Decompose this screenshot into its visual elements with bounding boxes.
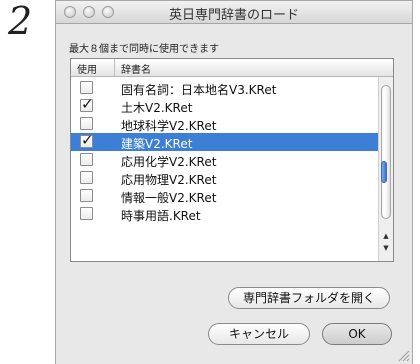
dictionary-name: 時事用語.KRet — [121, 209, 201, 223]
column-divider — [114, 59, 115, 76]
title-bar: 英日専門辞書のロード — [56, 1, 412, 24]
instruction-text: 最大８個まで同時に使用できます — [69, 44, 219, 55]
column-header-name[interactable]: 辞書名 — [121, 61, 151, 76]
list-row[interactable]: 土木V2.KRet — [71, 95, 379, 115]
step-number: 2 — [8, 0, 33, 43]
dictionary-name: 建築V2.KRet — [121, 137, 193, 151]
dictionary-name: 情報一般V2.KRet — [121, 191, 217, 205]
scroll-down-arrow-icon[interactable]: ▼ — [381, 245, 391, 252]
scroll-thumb[interactable] — [381, 85, 391, 219]
column-header-use[interactable]: 使用 — [77, 61, 97, 76]
use-checkbox[interactable] — [80, 117, 93, 130]
list-row[interactable]: 時事用語.KRet — [71, 205, 379, 223]
dictionary-name: 固有名詞：日本地名V3.KRet — [121, 83, 277, 97]
list-row[interactable]: 応用物理V2.KRet — [71, 169, 379, 187]
list-row[interactable]: 応用化学V2.KRet — [71, 151, 379, 169]
dictionary-list[interactable]: 使用 辞書名 固有名詞：日本地名V3.KRet 土木V2.KRet 地球科学V2.K… — [70, 58, 394, 262]
dictionary-name: 応用化学V2.KRet — [121, 155, 217, 169]
scroll-grip — [381, 161, 387, 183]
window-title: 英日専門辞書のロード — [168, 8, 299, 23]
dictionary-name: 地球科学V2.KRet — [121, 119, 217, 133]
list-row[interactable]: 固有名詞：日本地名V3.KRet — [71, 79, 379, 97]
use-checkbox[interactable] — [80, 95, 94, 113]
use-checkbox[interactable] — [80, 171, 93, 184]
dictionary-name: 応用物理V2.KRet — [121, 173, 217, 187]
ok-button[interactable]: OK — [322, 323, 392, 345]
list-header: 使用 辞書名 — [71, 59, 393, 77]
dictionary-name: 土木V2.KRet — [121, 101, 193, 115]
list-row[interactable]: 情報一般V2.KRet — [71, 187, 379, 205]
dialog-window: 英日専門辞書のロード 最大８個まで同時に使用できます 使用 辞書名 固有名詞：日… — [55, 0, 413, 364]
list-row[interactable]: 建築V2.KRet — [71, 131, 379, 151]
use-checkbox[interactable] — [80, 153, 93, 166]
use-checkbox[interactable] — [80, 189, 93, 202]
cancel-button[interactable]: キャンセル — [208, 323, 310, 345]
list-row[interactable]: 地球科学V2.KRet — [71, 115, 379, 133]
use-checkbox[interactable] — [80, 131, 94, 149]
scroll-up-arrow-icon[interactable]: ▲ — [381, 233, 391, 240]
resize-grip-icon[interactable] — [396, 348, 410, 362]
vertical-scrollbar[interactable]: ▲ ▼ — [378, 77, 393, 261]
use-checkbox[interactable] — [80, 81, 93, 94]
use-checkbox[interactable] — [80, 207, 93, 220]
open-folder-button[interactable]: 専門辞書フォルダを開く — [228, 287, 390, 309]
